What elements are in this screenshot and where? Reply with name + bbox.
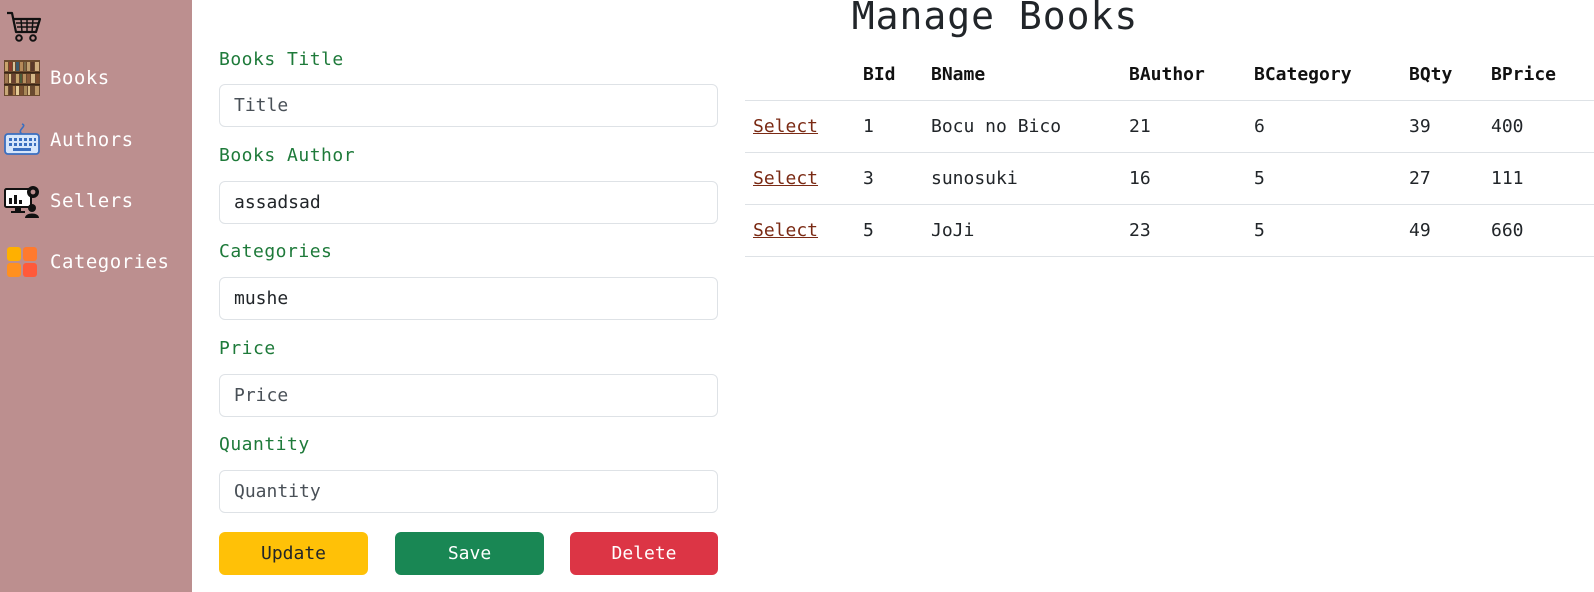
price-input[interactable] bbox=[219, 374, 718, 417]
cell-bcategory: 5 bbox=[1246, 152, 1401, 205]
cell-bname: Bocu no Bico bbox=[923, 100, 1121, 153]
column-header-bcategory: BCategory bbox=[1246, 50, 1401, 101]
books-author-input[interactable] bbox=[219, 181, 718, 224]
select-link[interactable]: Select bbox=[753, 220, 818, 241]
cell-bqty: 39 bbox=[1401, 100, 1483, 153]
cell-bid: 3 bbox=[855, 152, 923, 205]
books-title-label: Books Title bbox=[219, 49, 344, 70]
cell-bid: 5 bbox=[855, 204, 923, 257]
sidebar-item-sellers[interactable]: Sellers bbox=[4, 181, 134, 221]
cell-bprice: 400 bbox=[1483, 100, 1594, 153]
monitor-gear-icon bbox=[4, 186, 39, 218]
books-title-input[interactable] bbox=[219, 84, 718, 127]
cell-bauthor: 23 bbox=[1121, 204, 1246, 257]
cell-bqty: 49 bbox=[1401, 204, 1483, 257]
sidebar: Books Authors Sellers Categories bbox=[0, 0, 192, 592]
column-header-select bbox=[745, 50, 855, 101]
select-link[interactable]: Select bbox=[753, 168, 818, 189]
column-header-bname: BName bbox=[923, 50, 1121, 101]
cell-bqty: 27 bbox=[1401, 152, 1483, 205]
categories-label: Categories bbox=[219, 241, 333, 262]
column-header-bprice: BPrice bbox=[1483, 50, 1594, 101]
categories-input[interactable] bbox=[219, 277, 718, 320]
update-button[interactable]: Update bbox=[219, 532, 368, 575]
cell-bauthor: 16 bbox=[1121, 152, 1246, 205]
cell-bid: 1 bbox=[855, 100, 923, 153]
cell-bprice: 111 bbox=[1483, 152, 1594, 205]
select-link[interactable]: Select bbox=[753, 116, 818, 137]
cell-bname: JoJi bbox=[923, 204, 1121, 257]
sidebar-item-label: Authors bbox=[50, 129, 134, 151]
cell-bname: sunosuki bbox=[923, 152, 1121, 205]
keyboard-icon bbox=[4, 123, 40, 155]
sidebar-item-label: Sellers bbox=[50, 190, 134, 212]
books-author-label: Books Author bbox=[219, 145, 356, 166]
table-row: Select 5 JoJi 23 5 49 660 bbox=[745, 204, 1594, 257]
grid-categories-icon bbox=[7, 247, 37, 277]
sidebar-item-label: Books bbox=[50, 67, 110, 89]
books-table: BId BName BAuthor BCategory BQty BPrice … bbox=[745, 50, 1594, 257]
column-header-bauthor: BAuthor bbox=[1121, 50, 1246, 101]
table-row: Select 1 Bocu no Bico 21 6 39 400 bbox=[745, 100, 1594, 153]
sidebar-item-authors[interactable]: Authors bbox=[4, 120, 134, 160]
sidebar-item-books[interactable]: Books bbox=[4, 58, 110, 98]
shopping-cart-icon[interactable] bbox=[6, 10, 42, 44]
cell-bcategory: 6 bbox=[1246, 100, 1401, 153]
quantity-input[interactable] bbox=[219, 470, 718, 513]
page-title: Manage Books bbox=[851, 0, 1139, 38]
bookshelf-icon bbox=[4, 60, 40, 96]
sidebar-item-label: Categories bbox=[50, 251, 170, 273]
table-row: Select 3 sunosuki 16 5 27 111 bbox=[745, 152, 1594, 205]
cell-bprice: 660 bbox=[1483, 204, 1594, 257]
cell-bcategory: 5 bbox=[1246, 204, 1401, 257]
price-label: Price bbox=[219, 338, 276, 359]
quantity-label: Quantity bbox=[219, 434, 310, 455]
save-button[interactable]: Save bbox=[395, 532, 544, 575]
column-header-bqty: BQty bbox=[1401, 50, 1483, 101]
delete-button[interactable]: Delete bbox=[570, 532, 718, 575]
table-header-row: BId BName BAuthor BCategory BQty BPrice bbox=[745, 50, 1594, 101]
sidebar-item-categories[interactable]: Categories bbox=[4, 242, 169, 282]
column-header-bid: BId bbox=[855, 50, 923, 101]
cell-bauthor: 21 bbox=[1121, 100, 1246, 153]
